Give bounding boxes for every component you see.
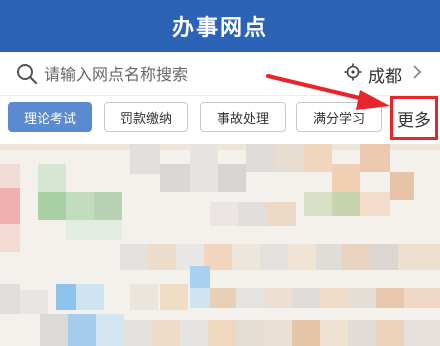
app-header: 办事网点 [0,0,440,52]
search-input[interactable] [44,58,324,90]
locate-icon [344,63,362,85]
city-selector[interactable]: 成都 [344,52,422,96]
search-bar: 成都 [0,52,440,96]
category-tabs: 理论考试 罚款缴纳 事故处理 满分学习 更多 [0,96,440,144]
tab-accident-handling[interactable]: 事故处理 [200,102,286,132]
blurred-map-area [0,144,440,346]
page-title: 办事网点 [171,16,268,41]
city-name: 成都 [368,66,402,87]
pixelated-map [0,144,440,346]
tab-theory-exam[interactable]: 理论考试 [8,102,92,132]
tab-full-score-study[interactable]: 满分学习 [296,102,382,132]
chevron-right-icon [408,64,422,84]
more-button[interactable]: 更多 [390,96,438,140]
tab-fine-payment[interactable]: 罚款缴纳 [104,102,188,132]
